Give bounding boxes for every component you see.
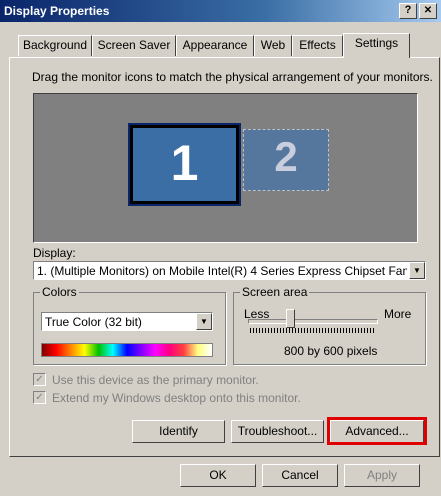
resolution-slider-track[interactable] [248, 319, 378, 324]
more-label: More [384, 307, 412, 321]
extend-desktop-label: Extend my Windows desktop onto this moni… [52, 391, 301, 405]
window-title: Display Properties [4, 4, 110, 18]
help-button[interactable]: ? [399, 3, 417, 19]
cancel-button[interactable]: Cancel [262, 464, 338, 487]
primary-monitor-checkbox[interactable]: ✓ [33, 373, 46, 386]
apply-button[interactable]: Apply [344, 464, 420, 487]
tab-background[interactable]: Background [18, 35, 92, 56]
chevron-down-icon[interactable]: ▼ [409, 262, 425, 279]
display-select[interactable]: 1. (Multiple Monitors) on Mobile Intel(R… [33, 261, 426, 280]
troubleshoot-button[interactable]: Troubleshoot... [231, 420, 324, 443]
tab-appearance[interactable]: Appearance [176, 35, 254, 56]
colors-select[interactable]: True Color (32 bit) ▼ [41, 312, 213, 331]
identify-button[interactable]: Identify [132, 420, 225, 443]
tab-screen-saver[interactable]: Screen Saver [92, 35, 176, 56]
display-select-value: 1. (Multiple Monitors) on Mobile Intel(R… [37, 264, 407, 278]
slider-ticks [250, 328, 374, 333]
monitor-arrangement-area: 1 2 [33, 93, 418, 243]
color-spectrum-bar [41, 343, 213, 357]
tab-settings[interactable]: Settings [343, 33, 410, 58]
monitor-1-icon[interactable]: 1 [128, 123, 241, 206]
colors-group-title: Colors [40, 285, 79, 299]
display-label: Display: [33, 246, 76, 260]
display-properties-window: Display Properties ? ✕ Background Screen… [0, 0, 441, 496]
monitor-2-icon[interactable]: 2 [243, 129, 329, 191]
title-bar[interactable]: Display Properties ? ✕ [0, 0, 441, 22]
close-button[interactable]: ✕ [419, 3, 437, 19]
colors-select-value: True Color (32 bit) [45, 315, 142, 329]
resolution-text: 800 by 600 pixels [284, 344, 378, 358]
tab-effects[interactable]: Effects [292, 35, 343, 56]
extend-desktop-checkbox[interactable]: ✓ [33, 391, 46, 404]
primary-monitor-label: Use this device as the primary monitor. [52, 373, 259, 387]
arrangement-instruction: Drag the monitor icons to match the phys… [32, 70, 433, 84]
monitor-2-number: 2 [274, 133, 298, 180]
ok-button[interactable]: OK [180, 464, 256, 487]
monitor-1-number: 1 [170, 135, 199, 191]
tab-web[interactable]: Web [254, 35, 292, 56]
resolution-slider-thumb[interactable] [286, 309, 295, 328]
advanced-highlight-box [327, 417, 427, 445]
screen-area-group-title: Screen area [240, 285, 310, 299]
chevron-down-icon[interactable]: ▼ [196, 313, 212, 330]
